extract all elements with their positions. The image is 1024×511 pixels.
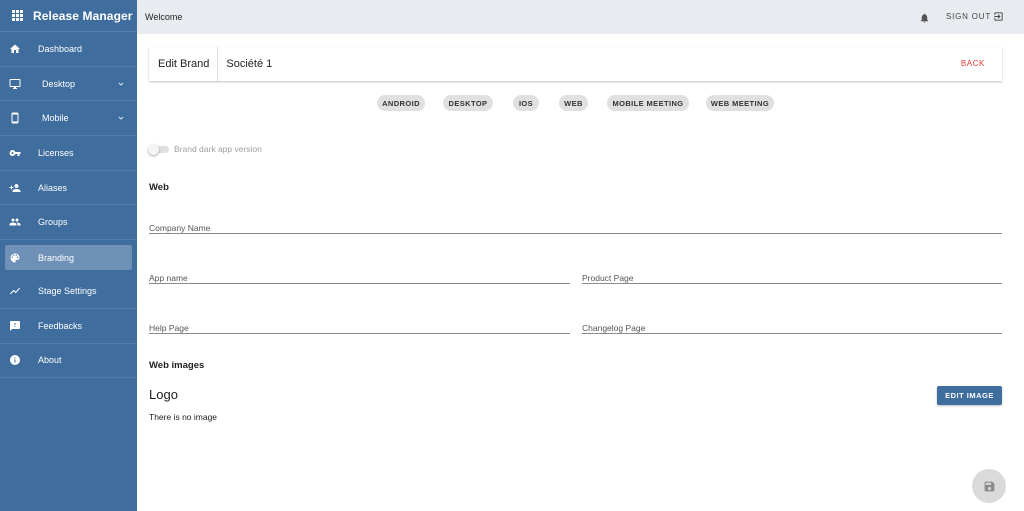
sidebar-item-label: Aliases [38,182,68,193]
app-name-field[interactable] [149,268,570,285]
sidebar-item-label: Feedbacks [38,320,83,331]
person-add-icon [9,182,21,194]
sidebar-item-label: Branding [38,252,75,263]
feedback-icon [9,320,21,332]
logo-title: Logo [149,387,178,402]
apps-grid-icon[interactable] [12,10,23,21]
help-page-field[interactable] [149,318,570,335]
sidebar-item-label: About [38,355,62,366]
phone-icon [9,112,21,124]
changelog-page-input[interactable] [582,321,1002,335]
chip-web[interactable]: WEB [559,95,588,111]
topbar: Welcome SIGN OUT [137,0,1024,34]
chevron-down-icon[interactable] [116,79,126,89]
sidebar-item-label: Mobile [42,113,69,124]
exit-icon [994,12,1003,21]
palette-icon [9,252,21,264]
sidebar-item-dashboard[interactable]: Dashboard [0,32,137,67]
app-name-input[interactable] [149,271,570,285]
company-name-field[interactable] [149,218,1002,235]
welcome-text: Welcome [145,12,183,22]
toggle-label: Brand dark app version [174,144,262,154]
chip-mobile-meeting[interactable]: MOBILE MEETING [607,95,689,111]
edit-image-button[interactable]: EDIT IMAGE [937,386,1002,405]
sidebar-item-label: Stage Settings [38,285,97,296]
chip-ios[interactable]: IOS [513,95,539,111]
sidebar-item-licenses[interactable]: Licenses [0,136,137,171]
sidebar-item-groups[interactable]: Groups [0,205,137,241]
dark-version-toggle[interactable]: Brand dark app version [148,143,262,155]
back-button[interactable]: BACK [961,59,985,68]
chevron-down-icon[interactable] [116,113,126,123]
app-title: Release Manager [33,8,133,23]
edit-brand-header: Edit Brand Société 1 BACK [149,47,1002,81]
toggle-track[interactable] [148,143,169,155]
sign-out-label: SIGN OUT [946,12,992,21]
info-icon [9,354,21,366]
group-icon [9,216,21,228]
product-page-input[interactable] [582,271,1002,285]
company-name-input[interactable] [149,221,1002,235]
sidebar: Release Manager Dashboard Desktop Mobile… [0,0,137,511]
web-section-title: Web [149,182,169,193]
sidebar-item-aliases[interactable]: Aliases [0,171,137,206]
sidebar-item-about[interactable]: About [0,344,137,379]
key-icon [9,147,21,159]
web-images-title: Web images [149,360,205,371]
page-title: Edit Brand [149,47,219,81]
sidebar-item-branding[interactable]: Branding [5,245,132,271]
trending-icon [9,285,21,297]
home-icon [9,43,21,55]
sidebar-item-label: Licenses [38,147,74,158]
bell-icon[interactable] [919,11,930,23]
platform-chips: ANDROID DESKTOP IOS WEB MOBILE MEETING W… [0,95,1024,111]
changelog-page-field[interactable] [582,318,1002,335]
sidebar-item-label: Dashboard [38,43,83,54]
brand-name: Société 1 [226,58,273,70]
save-icon [984,481,994,491]
monitor-icon [9,78,21,90]
toggle-knob[interactable] [148,143,159,155]
chip-web-meeting[interactable]: WEB MEETING [706,95,774,111]
sidebar-item-feedbacks[interactable]: Feedbacks [0,309,137,344]
chip-android[interactable]: ANDROID [377,95,425,111]
chip-desktop[interactable]: DESKTOP [443,95,493,111]
help-page-input[interactable] [149,321,570,335]
product-page-field[interactable] [582,268,1002,285]
save-fab-button[interactable] [972,469,1006,503]
sidebar-item-stage-settings[interactable]: Stage Settings [0,274,137,309]
sign-out-button[interactable]: SIGN OUT [946,11,1004,22]
sidebar-header: Release Manager [0,0,137,32]
no-image-text: There is no image [149,412,218,422]
sidebar-item-label: Groups [38,217,68,228]
sidebar-item-label: Desktop [42,78,76,89]
